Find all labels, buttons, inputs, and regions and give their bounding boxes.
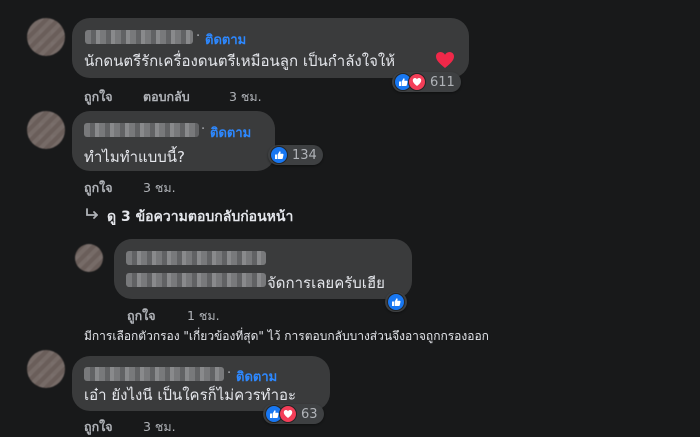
reaction-summary[interactable]: 63 xyxy=(263,404,324,424)
love-icon xyxy=(279,405,297,423)
separator-dot: · xyxy=(196,29,201,44)
timestamp[interactable]: 1 ชม. xyxy=(187,306,220,326)
comment-text: เอ๋า ยังไงนี เป็นใครก็ไม่ควรทำอะ xyxy=(84,386,297,404)
commenter-name[interactable] xyxy=(84,123,199,137)
replier-name[interactable] xyxy=(126,251,266,265)
top-partial-row xyxy=(100,0,310,4)
reaction-summary[interactable]: 134 xyxy=(268,145,323,165)
comment-text: นักดนตรีรักเครื่องดนตรีเหมือนลูก เป็นกำล… xyxy=(84,52,396,70)
reply-arrow-icon xyxy=(86,208,98,219)
view-previous-replies-link[interactable]: ดู 3 ข้อความตอบกลับก่อนหน้า xyxy=(84,206,384,226)
like-icon xyxy=(387,293,405,311)
reply-text: จัดการเลยครับเฮีย xyxy=(267,274,385,292)
separator-dot: · xyxy=(201,122,206,137)
comment-text: ทำไมทำแบบนี้? xyxy=(84,148,185,166)
follow-button[interactable]: ติดตาม xyxy=(210,122,251,143)
reaction-count: 63 xyxy=(301,406,318,422)
filter-note: มีการเลือกตัวกรอง "เกี่ยวข้องที่สุด" ไว้… xyxy=(84,329,489,343)
separator-dot: · xyxy=(227,366,232,381)
like-icon xyxy=(270,146,288,164)
reaction-summary[interactable]: 611 xyxy=(392,72,461,92)
like-button[interactable]: ถูกใจ xyxy=(84,178,113,198)
avatar[interactable] xyxy=(27,111,65,149)
like-button[interactable]: ถูกใจ xyxy=(127,306,156,326)
like-button[interactable]: ถูกใจ xyxy=(84,417,113,437)
reaction-count: 611 xyxy=(430,74,455,90)
view-previous-replies-label[interactable]: ดู 3 ข้อความตอบกลับก่อนหน้า xyxy=(107,206,293,228)
tagged-name[interactable] xyxy=(126,273,266,287)
follow-button[interactable]: ติดตาม xyxy=(205,29,246,50)
timestamp[interactable]: 3 ชม. xyxy=(229,87,262,107)
reply-button[interactable]: ตอบกลับ xyxy=(143,87,190,107)
reaction-summary[interactable] xyxy=(385,292,407,312)
like-button[interactable]: ถูกใจ xyxy=(84,87,113,107)
commenter-name[interactable] xyxy=(85,30,193,44)
reaction-count: 134 xyxy=(292,147,317,163)
avatar[interactable] xyxy=(75,244,103,272)
commenter-name[interactable] xyxy=(84,367,224,381)
timestamp[interactable]: 3 ชม. xyxy=(143,178,176,198)
avatar[interactable] xyxy=(27,350,65,388)
love-icon xyxy=(408,73,426,91)
avatar[interactable] xyxy=(27,18,65,56)
timestamp[interactable]: 3 ชม. xyxy=(143,417,176,437)
heart-emoji-icon xyxy=(436,52,454,68)
